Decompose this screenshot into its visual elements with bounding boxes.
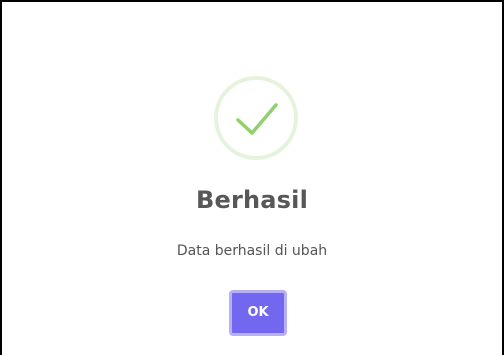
dialog-message: Data berhasil di ubah	[176, 243, 328, 259]
success-dialog: Berhasil Data berhasil di ubah OK	[0, 0, 504, 355]
ok-button[interactable]: OK	[229, 290, 287, 336]
success-icon-ring	[214, 76, 298, 160]
check-icon	[236, 103, 278, 135]
dialog-title: Berhasil	[195, 186, 309, 214]
